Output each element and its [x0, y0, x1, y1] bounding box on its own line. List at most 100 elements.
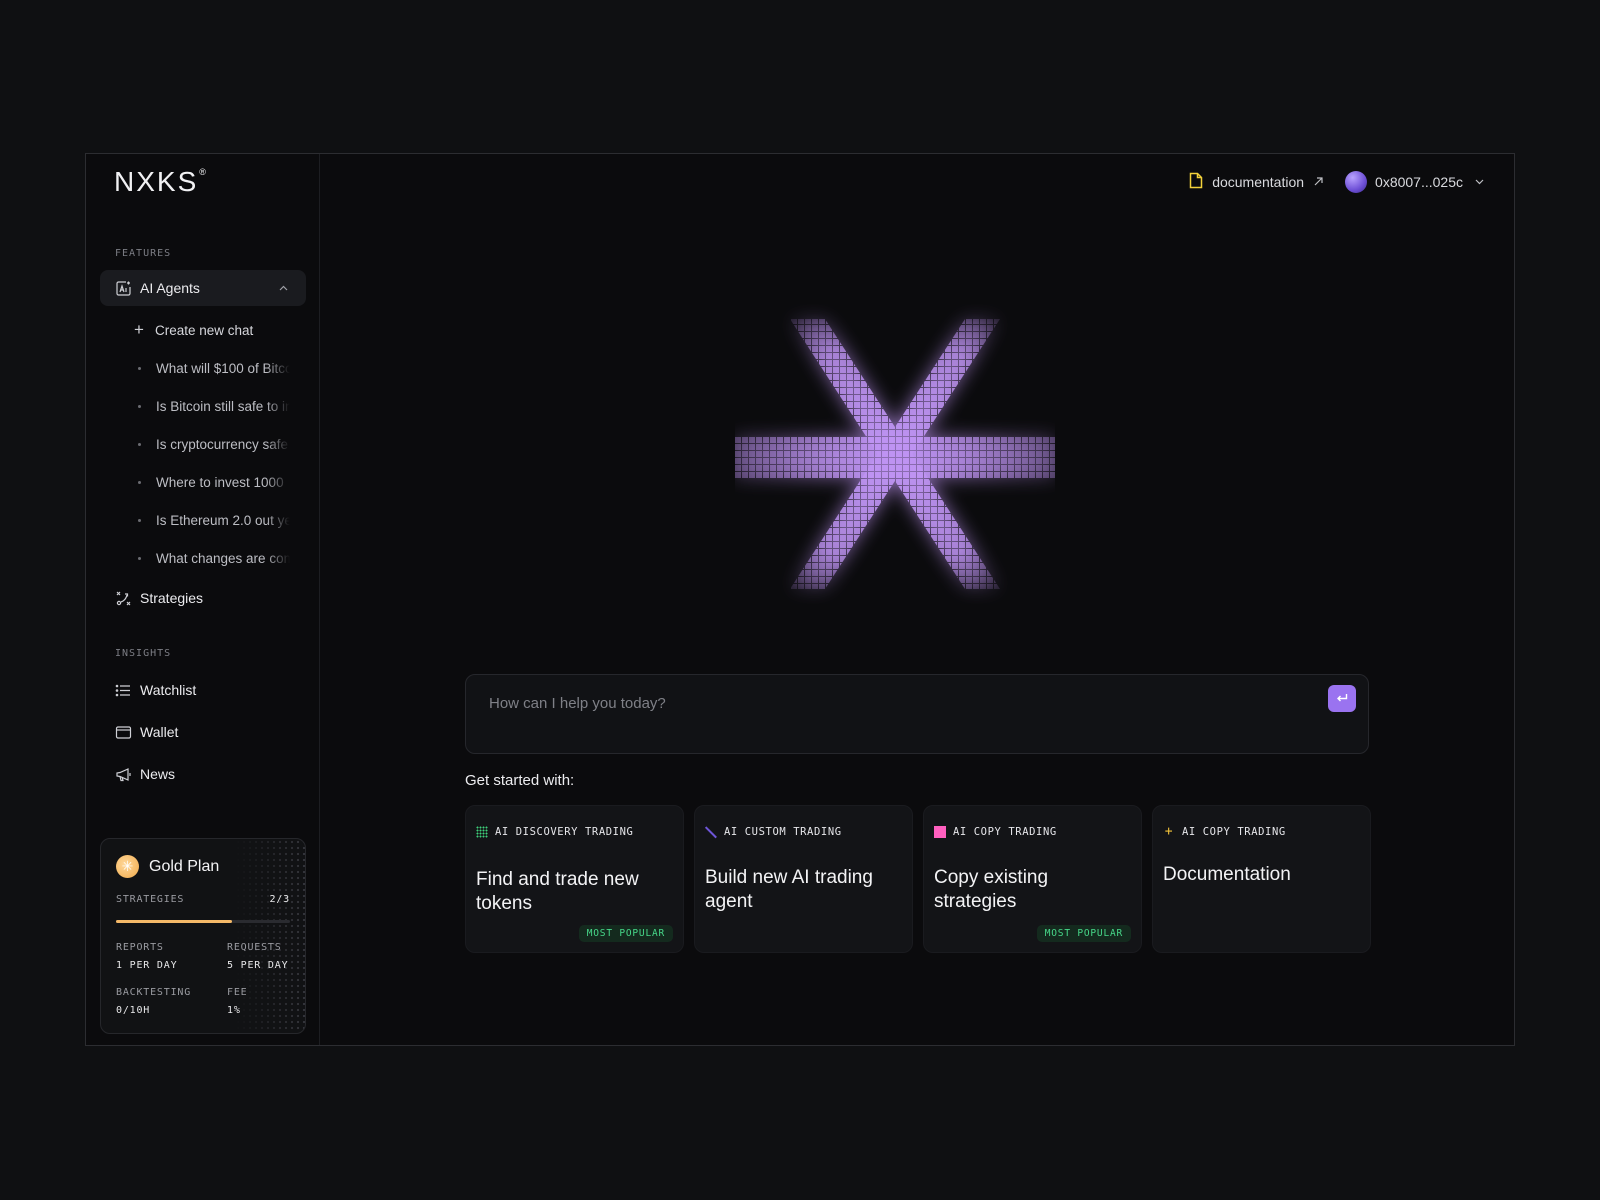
- sparkle-icon: ✳: [116, 855, 139, 878]
- starter-card-documentation[interactable]: + AI COPY TRADING Documentation: [1152, 805, 1371, 953]
- plan-backtesting-label: BACKTESTING: [116, 987, 192, 998]
- bullet-dot: [138, 366, 141, 370]
- megaphone-icon: [115, 766, 132, 783]
- card-title: Build new AI trading agent: [705, 867, 873, 912]
- chevron-up-icon[interactable]: [279, 282, 288, 294]
- avatar: [1345, 171, 1368, 193]
- list-icon: [115, 682, 132, 699]
- plan-header: ✳ Gold Plan: [116, 855, 219, 878]
- plan-dot-pattern: [235, 839, 305, 1033]
- chat-title: Is cryptocurrency safe: [156, 436, 289, 452]
- plan-requests-value: 5 PER DAY: [227, 960, 289, 971]
- starter-card-discovery[interactable]: AI DISCOVERY TRADING Find and trade new …: [465, 805, 684, 953]
- chat-prompt-box[interactable]: [465, 674, 1369, 754]
- documentation-label: documentation: [1212, 174, 1305, 190]
- sidebar-item-label: News: [140, 766, 176, 782]
- grid-dots-icon: [476, 826, 488, 838]
- sidebar-item-label: Strategies: [140, 590, 204, 606]
- get-started-heading: Get started with:: [465, 772, 575, 789]
- card-title: Find and trade new tokens: [476, 869, 639, 914]
- plan-progress-fill: [116, 920, 233, 923]
- starter-cards: AI DISCOVERY TRADING Find and trade new …: [465, 805, 1371, 953]
- sidebar-item-wallet[interactable]: Wallet: [100, 714, 306, 750]
- sidebar-item-label: Wallet: [140, 724, 179, 740]
- document-icon: [1189, 172, 1203, 192]
- card-title: Documentation: [1163, 864, 1291, 885]
- most-popular-badge: MOST POPULAR: [578, 925, 673, 942]
- plan-reports-label: REPORTS: [116, 942, 164, 953]
- card-tag-label: AI COPY TRADING: [953, 826, 1057, 838]
- plan-requests-label: REQUESTS: [227, 942, 282, 953]
- wallet-icon: [115, 724, 132, 741]
- sidebar-item-news[interactable]: News: [100, 756, 306, 792]
- sidebar-item-label: AI Agents: [140, 280, 200, 296]
- chat-history-item[interactable]: What changes are coming: [132, 543, 306, 573]
- plan-reports-value: 1 PER DAY: [116, 960, 178, 971]
- sidebar-item-watchlist[interactable]: Watchlist: [100, 672, 306, 708]
- chat-title: Where to invest 1000: [156, 474, 284, 490]
- square-icon: [934, 826, 946, 838]
- plan-backtesting-value: 0/10H: [116, 1005, 151, 1016]
- card-tag: + AI COPY TRADING: [1163, 824, 1286, 839]
- chat-input[interactable]: [466, 675, 1368, 731]
- card-tag: AI DISCOVERY TRADING: [476, 826, 633, 838]
- most-popular-badge: MOST POPULAR: [1036, 925, 1131, 942]
- bullet-dot: [138, 442, 141, 446]
- bullet-dot: [138, 404, 141, 408]
- ai-agent-icon: [115, 280, 132, 297]
- plan-strategies-label: STRATEGIES: [116, 894, 185, 905]
- documentation-link[interactable]: documentation: [1189, 172, 1323, 192]
- main-content: documentation 0x8007...025c How can I he…: [320, 154, 1514, 1045]
- chat-title: What will $100 of Bitcoin be worth: [156, 360, 290, 376]
- card-tag: AI CUSTOM TRADING: [705, 826, 842, 838]
- create-new-chat-button[interactable]: + Create new chat: [132, 315, 306, 345]
- bullet-dot: [138, 518, 141, 522]
- chat-history-item[interactable]: Where to invest 1000: [132, 467, 306, 497]
- card-tag: AI COPY TRADING: [934, 826, 1057, 838]
- hero-asterisk-logo: [735, 319, 1055, 589]
- strategy-icon: [115, 590, 132, 607]
- chat-history-item[interactable]: Is cryptocurrency safe: [132, 429, 306, 459]
- top-bar: documentation 0x8007...025c: [1189, 169, 1484, 195]
- chat-title: Is Ethereum 2.0 out yet: [156, 512, 290, 528]
- section-label-features: FEATURES: [115, 248, 172, 259]
- card-tag-label: AI COPY TRADING: [1182, 826, 1286, 838]
- send-button[interactable]: [1328, 685, 1356, 712]
- enter-icon: [1336, 691, 1348, 707]
- sidebar: NXKS ® FEATURES AI Agents + Create new c…: [86, 154, 320, 1045]
- chat-history-item[interactable]: What will $100 of Bitcoin be worth: [132, 353, 306, 383]
- card-title: Copy existing strategies: [934, 867, 1049, 912]
- chevron-down-icon: [1475, 176, 1484, 188]
- app-window: NXKS ® FEATURES AI Agents + Create new c…: [85, 153, 1515, 1046]
- chat-history-item[interactable]: Is Bitcoin still safe to invest: [132, 391, 306, 421]
- sidebar-item-ai-agents[interactable]: AI Agents: [100, 270, 306, 306]
- sidebar-item-label: Watchlist: [140, 682, 197, 698]
- bullet-dot: [138, 556, 141, 560]
- chat-title: Is Bitcoin still safe to invest: [156, 398, 290, 414]
- wallet-address: 0x8007...025c: [1375, 174, 1463, 190]
- plan-card[interactable]: ✳ Gold Plan STRATEGIES 2/3 REPORTS 1 PER…: [100, 838, 306, 1034]
- create-chat-label: Create new chat: [155, 322, 254, 338]
- sidebar-item-strategies[interactable]: Strategies: [100, 580, 306, 616]
- card-tag-label: AI DISCOVERY TRADING: [495, 826, 634, 838]
- brand-logo[interactable]: NXKS ®: [114, 166, 208, 197]
- plan-strategies-value: 2/3: [269, 894, 290, 905]
- external-link-icon: [1314, 175, 1323, 189]
- plan-title: Gold Plan: [149, 857, 220, 875]
- bullet-dot: [138, 480, 141, 484]
- plan-fee-label: FEE: [227, 987, 248, 998]
- starter-card-custom[interactable]: AI CUSTOM TRADING Build new AI trading a…: [694, 805, 913, 953]
- registered-mark: ®: [199, 166, 208, 177]
- plan-strategies-progress: [116, 920, 290, 923]
- slash-icon: [705, 826, 717, 838]
- chat-history-item[interactable]: Is Ethereum 2.0 out yet: [132, 505, 306, 535]
- plus-icon: +: [1164, 824, 1174, 839]
- starter-card-copy[interactable]: AI COPY TRADING Copy existing strategies…: [923, 805, 1142, 953]
- plan-fee-value: 1%: [227, 1005, 241, 1016]
- chat-title: What changes are coming: [156, 550, 290, 566]
- brand-name: NXKS: [114, 166, 199, 197]
- wallet-account-menu[interactable]: 0x8007...025c: [1345, 171, 1484, 193]
- plus-icon: +: [134, 320, 144, 339]
- card-tag-label: AI CUSTOM TRADING: [724, 826, 842, 838]
- section-label-insights: INSIGHTS: [115, 648, 172, 659]
